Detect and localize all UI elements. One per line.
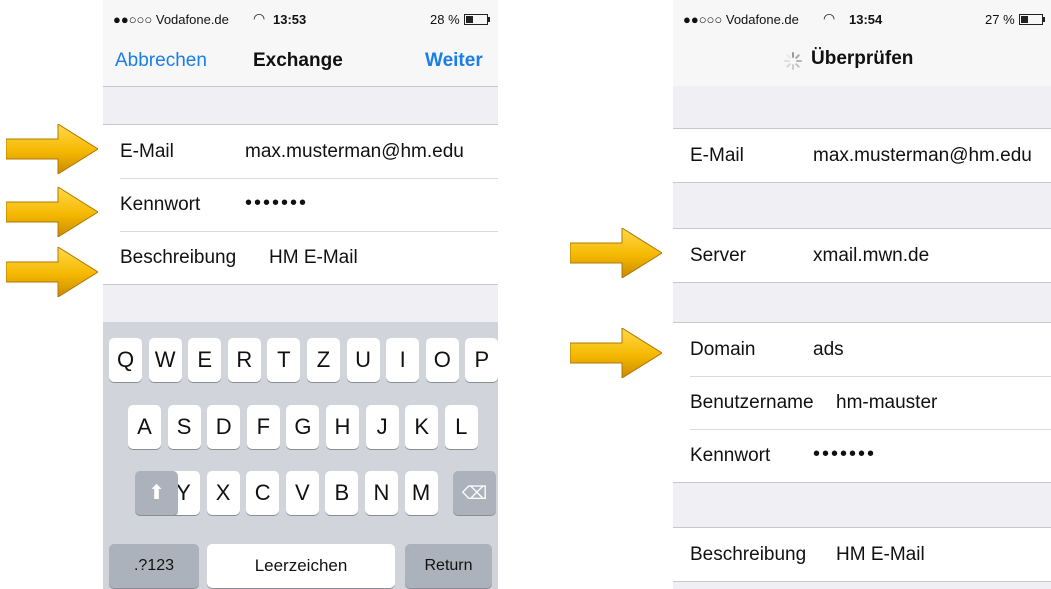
wifi-icon: ◠ (823, 10, 836, 26)
backspace-key[interactable]: ⌫ (453, 471, 496, 515)
description-label: Beschreibung (120, 247, 237, 268)
carrier-label: ●●○○○ Vodafone.de (683, 12, 799, 27)
key-d[interactable]: D (207, 405, 241, 449)
password-row[interactable]: Kennwort ••••••• (103, 178, 498, 231)
key-p[interactable]: P (465, 338, 498, 382)
server-row[interactable]: Server xmail.mwn.de (673, 229, 1051, 282)
pointer-arrow-icon (6, 124, 98, 174)
battery-percent: 27 % (985, 12, 1015, 27)
status-bar: ●●○○○ Vodafone.de ◠ 13:53 28 % (103, 0, 498, 36)
key-v[interactable]: V (285, 471, 319, 515)
description-label: Beschreibung (690, 544, 807, 565)
navigation-bar: Überprüfen (673, 36, 1051, 86)
password-field[interactable]: ••••••• (245, 192, 308, 215)
page-title: Exchange (253, 50, 343, 71)
username-field[interactable]: hm-mauster (836, 392, 937, 414)
email-value[interactable]: max.musterman@hm.edu (813, 145, 1032, 167)
key-f[interactable]: F (246, 405, 280, 449)
key-m[interactable]: M (404, 471, 438, 515)
server-field[interactable]: xmail.mwn.de (813, 245, 929, 267)
key-w[interactable]: W (148, 338, 182, 382)
key-u[interactable]: U (346, 338, 380, 382)
email-label: E-Mail (690, 145, 744, 166)
key-k[interactable]: K (405, 405, 439, 449)
email-row[interactable]: E-Mail max.musterman@hm.edu (103, 125, 498, 178)
exchange-setup-screen: ●●○○○ Vodafone.de ◠ 13:53 28 % Abbrechen… (103, 0, 498, 589)
key-b[interactable]: B (325, 471, 359, 515)
domain-row[interactable]: Domain ads (673, 323, 1051, 376)
username-label: Benutzername (690, 392, 814, 413)
pointer-arrow-icon (570, 328, 662, 378)
page-title: Überprüfen (811, 48, 914, 69)
battery-icon (1018, 14, 1045, 25)
key-t[interactable]: T (267, 338, 301, 382)
credentials-section: Domain ads Benutzername hm-mauster Kennw… (673, 322, 1051, 483)
description-field[interactable]: HM E-Mail (836, 544, 925, 566)
shift-arrow-icon: ⬆ (148, 482, 165, 504)
navigation-bar: Abbrechen Exchange Weiter (103, 36, 498, 87)
pointer-arrow-icon (6, 187, 98, 237)
key-s[interactable]: S (167, 405, 201, 449)
key-x[interactable]: X (206, 471, 240, 515)
backspace-icon: ⌫ (461, 483, 488, 503)
key-a[interactable]: A (128, 405, 161, 449)
on-screen-keyboard: QWERTZUIOP ASDFGHJKL YXCVBNM ⬆ ⌫ .?123 L… (103, 322, 498, 589)
email-section: E-Mail max.musterman@hm.edu (673, 128, 1051, 183)
key-l[interactable]: L (444, 405, 478, 449)
key-i[interactable]: I (386, 338, 420, 382)
key-c[interactable]: C (246, 471, 280, 515)
description-section: Beschreibung HM E-Mail (673, 527, 1051, 582)
domain-field[interactable]: ads (813, 339, 844, 361)
email-field[interactable]: max.musterman@hm.edu (245, 141, 464, 163)
key-j[interactable]: J (365, 405, 399, 449)
key-q[interactable]: Q (109, 338, 142, 382)
password-label: Kennwort (690, 445, 771, 466)
server-label: Server (690, 245, 746, 266)
email-label: E-Mail (120, 141, 174, 162)
verify-screen: ●●○○○ Vodafone.de ◠ 13:54 27 % Überprüfe… (673, 0, 1051, 589)
next-button[interactable]: Weiter (425, 50, 483, 72)
space-key[interactable]: Leerzeichen (207, 544, 395, 588)
domain-label: Domain (690, 339, 756, 360)
password-field[interactable]: ••••••• (813, 443, 876, 466)
key-n[interactable]: N (365, 471, 398, 515)
key-o[interactable]: O (425, 338, 459, 382)
status-bar: ●●○○○ Vodafone.de ◠ 13:54 27 % (673, 0, 1051, 36)
description-row[interactable]: Beschreibung HM E-Mail (103, 231, 498, 284)
battery-icon (463, 14, 490, 25)
pointer-arrow-icon (570, 228, 662, 278)
username-row[interactable]: Benutzername hm-mauster (673, 376, 1051, 429)
description-row[interactable]: Beschreibung HM E-Mail (673, 528, 1051, 581)
status-time: 13:54 (849, 12, 883, 27)
account-form: E-Mail max.musterman@hm.edu Kennwort •••… (103, 124, 498, 285)
password-row[interactable]: Kennwort ••••••• (673, 429, 1051, 482)
battery-percent: 28 % (430, 12, 460, 27)
description-field[interactable]: HM E-Mail (269, 247, 358, 269)
cancel-button[interactable]: Abbrechen (115, 50, 207, 72)
key-e[interactable]: E (188, 338, 222, 382)
key-r[interactable]: R (227, 338, 261, 382)
return-key[interactable]: Return (405, 544, 492, 588)
key-z[interactable]: Z (307, 338, 340, 382)
numbers-key[interactable]: .?123 (109, 544, 199, 588)
password-label: Kennwort (120, 194, 201, 215)
email-row[interactable]: E-Mail max.musterman@hm.edu (673, 129, 1051, 182)
shift-key[interactable]: ⬆ (135, 471, 178, 515)
key-g[interactable]: G (286, 405, 320, 449)
server-section: Server xmail.mwn.de (673, 228, 1051, 283)
wifi-icon: ◠ (253, 10, 266, 26)
pointer-arrow-icon (6, 247, 98, 297)
key-h[interactable]: H (326, 405, 359, 449)
loading-spinner-icon (784, 52, 802, 70)
carrier-label: ●●○○○ Vodafone.de (113, 12, 229, 27)
status-time: 13:53 (273, 12, 307, 27)
